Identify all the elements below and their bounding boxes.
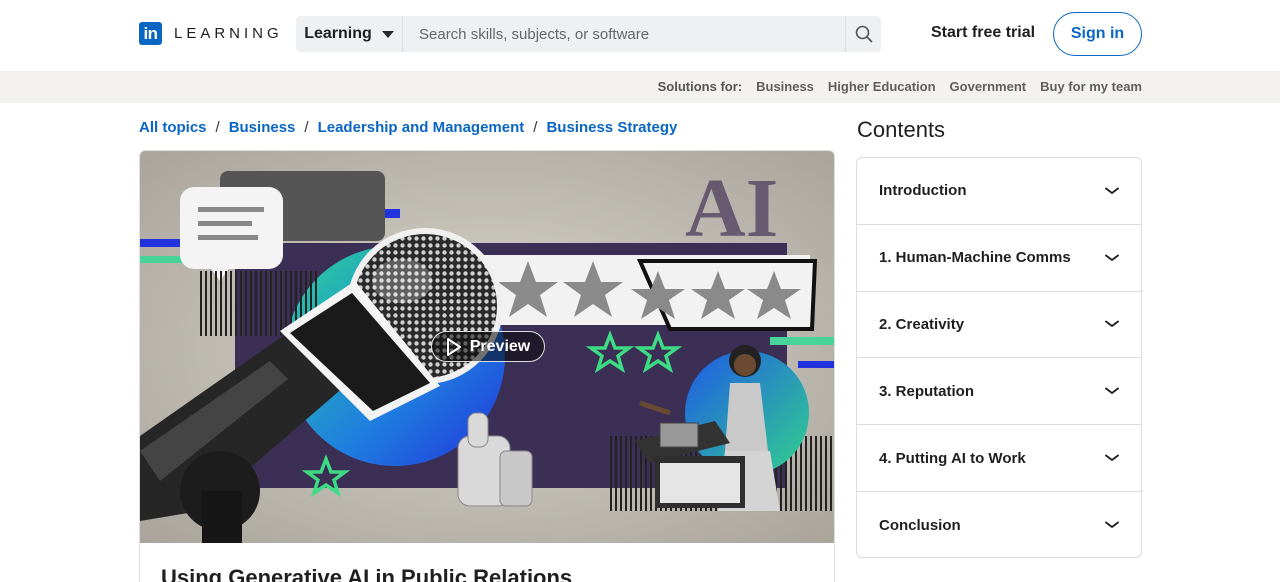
search-scope-label: Learning xyxy=(304,25,372,42)
sign-in-button[interactable]: Sign in xyxy=(1053,12,1142,56)
solutions-link-buy-for-team[interactable]: Buy for my team xyxy=(1040,79,1142,94)
section-label: 4. Putting AI to Work xyxy=(879,449,1026,467)
preview-label: Preview xyxy=(469,337,531,355)
start-free-trial-link[interactable]: Start free trial xyxy=(931,24,1035,42)
solutions-bar: Solutions for: Business Higher Education… xyxy=(0,71,1280,103)
contents-heading: Contents xyxy=(857,117,946,142)
contents-section-reputation[interactable]: 3. Reputation xyxy=(857,358,1141,426)
logo-text: LEARNING xyxy=(174,25,283,42)
svg-text:AI: AI xyxy=(685,162,778,255)
caret-down-icon xyxy=(381,30,394,38)
contents-accordion: Introduction 1. Human-Machine Comms 2. C… xyxy=(856,157,1142,558)
solutions-label: Solutions for: xyxy=(657,79,743,94)
breadcrumb-separator: / xyxy=(304,119,309,136)
site-header: in LEARNING Learning Start free trial Si… xyxy=(0,0,1280,71)
chevron-down-icon xyxy=(1105,387,1119,395)
search-scope-dropdown[interactable]: Learning xyxy=(296,16,403,52)
breadcrumb-separator: / xyxy=(533,119,538,136)
chevron-down-icon xyxy=(1105,454,1119,461)
search-icon xyxy=(855,25,872,43)
section-label: 2. Creativity xyxy=(879,315,965,333)
solutions-link-higher-education[interactable]: Higher Education xyxy=(828,79,936,94)
contents-section-introduction[interactable]: Introduction xyxy=(857,158,1141,225)
search-button[interactable] xyxy=(845,16,881,52)
linkedin-logo-icon: in xyxy=(139,22,162,45)
search-bar: Learning xyxy=(296,16,881,52)
chevron-down-icon xyxy=(1105,321,1119,328)
contents-section-conclusion[interactable]: Conclusion xyxy=(857,492,1141,557)
contents-section-putting-ai-to-work[interactable]: 4. Putting AI to Work xyxy=(857,425,1141,492)
play-icon xyxy=(446,337,461,356)
section-label: Introduction xyxy=(879,182,967,200)
course-thumbnail[interactable]: AI Preview xyxy=(140,151,834,543)
solutions-link-business[interactable]: Business xyxy=(756,79,814,94)
solutions-link-government[interactable]: Government xyxy=(950,79,1027,94)
breadcrumb: All topics / Business / Leadership and M… xyxy=(139,119,677,136)
breadcrumb-business[interactable]: Business xyxy=(229,119,296,136)
breadcrumb-leadership[interactable]: Leadership and Management xyxy=(318,119,525,136)
chevron-down-icon xyxy=(1105,254,1119,261)
contents-section-creativity[interactable]: 2. Creativity xyxy=(857,292,1141,359)
course-title: Using Generative AI in Public Relations xyxy=(161,565,573,582)
linkedin-learning-logo[interactable]: in LEARNING xyxy=(139,22,283,45)
preview-button[interactable]: Preview xyxy=(431,331,545,362)
chevron-down-icon xyxy=(1105,187,1119,194)
section-label: 1. Human-Machine Comms xyxy=(879,249,1071,267)
chevron-down-icon xyxy=(1105,521,1119,529)
breadcrumb-separator: / xyxy=(215,119,220,136)
contents-section-human-machine-comms[interactable]: 1. Human-Machine Comms xyxy=(857,225,1141,292)
breadcrumb-business-strategy[interactable]: Business Strategy xyxy=(546,119,677,136)
breadcrumb-all-topics[interactable]: All topics xyxy=(139,119,207,136)
course-hero-card: AI Preview Using Generative AI in Public… xyxy=(139,150,835,582)
section-label: Conclusion xyxy=(879,516,961,534)
solutions-nav: Solutions for: Business Higher Education… xyxy=(658,79,1142,94)
search-input[interactable] xyxy=(403,16,845,52)
section-label: 3. Reputation xyxy=(879,382,975,400)
